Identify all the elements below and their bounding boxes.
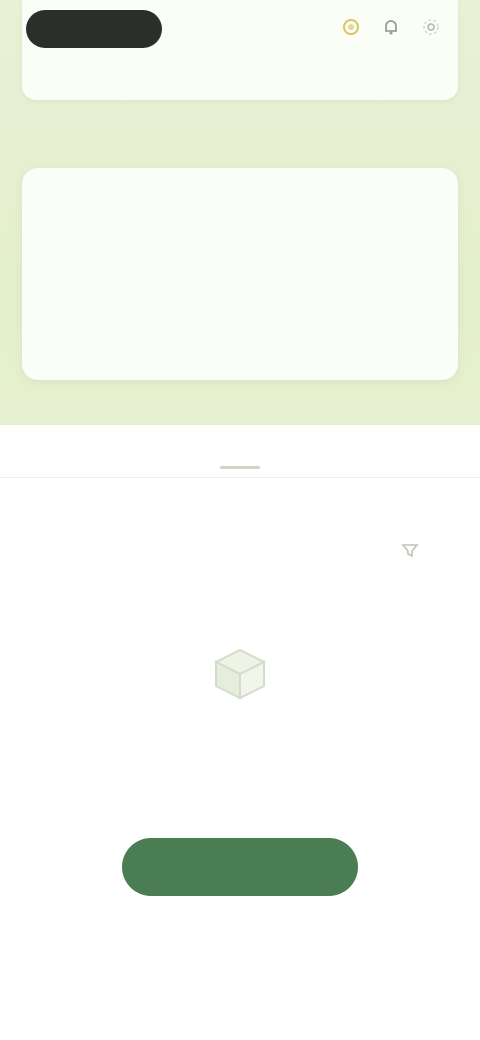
section-header	[40, 528, 424, 572]
settings-icon[interactable]	[418, 14, 444, 40]
stat-label	[38, 318, 139, 338]
stat-label	[240, 318, 341, 338]
tab-bar	[0, 425, 480, 478]
stat-cell[interactable]	[341, 240, 442, 338]
tab-third[interactable]	[320, 425, 480, 477]
stat-label	[139, 318, 240, 338]
header-bar	[22, 0, 458, 100]
stat-value	[139, 240, 240, 276]
notification-icon[interactable]	[378, 14, 404, 40]
filter-icon[interactable]	[396, 536, 424, 564]
stats-card	[22, 168, 458, 380]
stat-cell[interactable]	[139, 240, 240, 338]
stat-value	[38, 240, 139, 276]
stat-cell[interactable]	[240, 240, 341, 338]
coin-icon[interactable]	[338, 14, 364, 40]
header-actions	[338, 14, 444, 40]
stat-label	[341, 318, 442, 338]
app-logo[interactable]	[26, 10, 162, 48]
stat-value	[240, 240, 341, 276]
primary-action-button[interactable]	[122, 838, 358, 896]
empty-box-icon	[200, 630, 280, 710]
stat-cell[interactable]	[38, 240, 139, 338]
stats-grid	[38, 240, 442, 338]
empty-state	[40, 620, 440, 732]
tab-first[interactable]	[0, 425, 160, 477]
tab-second-active[interactable]	[160, 425, 320, 477]
stat-value	[341, 240, 442, 276]
